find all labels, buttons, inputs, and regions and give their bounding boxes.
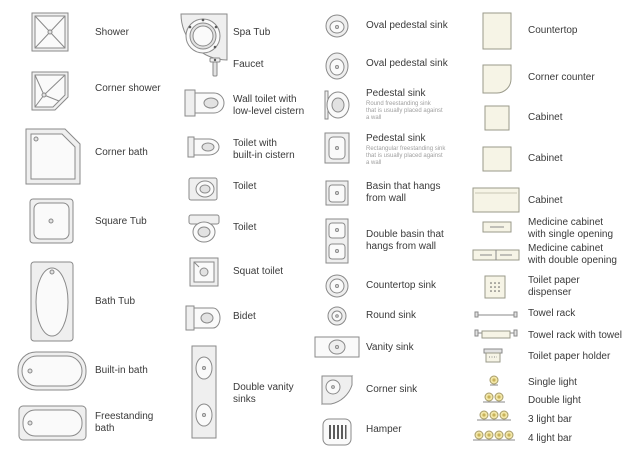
label-square-tub: Square Tub xyxy=(95,216,147,227)
oval-pedestal-sink-2-icon xyxy=(325,52,349,80)
toilet-2-icon xyxy=(188,214,220,243)
built-in-bath-icon xyxy=(17,351,87,391)
label-shower: Shower xyxy=(95,27,129,38)
label-single-light: Single light xyxy=(528,377,577,388)
cabinet-1-icon xyxy=(484,105,510,131)
faucet-icon xyxy=(209,57,221,77)
freestanding-bath-icon xyxy=(18,405,87,441)
square-tub-icon xyxy=(29,198,74,244)
note-pedestal-sink-rect: Rectangular freestanding sink that is us… xyxy=(366,146,446,166)
hamper-icon xyxy=(322,418,352,446)
label-countertop: Countertop xyxy=(528,25,578,36)
cabinet-3-icon xyxy=(472,187,520,213)
towel-rack-with-towel-icon xyxy=(474,329,518,339)
label-double-vanity-sinks: Double vanity sinks xyxy=(233,382,294,405)
label-towel-rack: Towel rack xyxy=(528,308,576,319)
label-bidet: Bidet xyxy=(233,311,256,322)
label-medicine-cabinet-double: Medicine cabinet with double opening xyxy=(528,243,617,266)
toilet-paper-dispenser-icon xyxy=(484,275,506,299)
label-corner-sink: Corner sink xyxy=(366,384,418,395)
label-4-light-bar: 4 light bar xyxy=(528,433,572,444)
label-toilet-2: Toilet xyxy=(233,222,257,233)
label-spa-tub: Spa Tub xyxy=(233,27,271,38)
toilet-built-in-cistern-icon xyxy=(187,136,220,158)
label-pedestal-sink-rect: Pedestal sink xyxy=(366,133,426,144)
label-cabinet-2: Cabinet xyxy=(528,153,563,164)
vanity-sink-icon xyxy=(314,336,360,358)
shower-icon xyxy=(31,12,69,52)
label-built-in-bath: Built-in bath xyxy=(95,365,148,376)
label-round-sink: Round sink xyxy=(366,310,417,321)
double-light-icon xyxy=(483,392,505,403)
label-toilet-built-in-cistern: Toilet with built-in cistern xyxy=(233,138,295,161)
label-double-light: Double light xyxy=(528,395,581,406)
label-towel-rack-with-towel: Towel rack with towel xyxy=(528,330,622,341)
label-toilet-1: Toilet xyxy=(233,181,257,192)
label-bath-tub: Bath Tub xyxy=(95,296,136,307)
squat-toilet-icon xyxy=(189,257,219,287)
double-basin-hangs-icon xyxy=(325,218,349,264)
3-light-bar-icon xyxy=(477,410,511,421)
label-basin-hangs: Basin that hangs from wall xyxy=(366,181,441,204)
label-cabinet-3: Cabinet xyxy=(528,195,563,206)
label-wall-toilet: Wall toilet with low-level cistern xyxy=(233,94,305,117)
note-pedestal-sink-round: Round freestanding sink that is usually … xyxy=(366,101,443,121)
label-3-light-bar: 3 light bar xyxy=(528,414,572,425)
corner-sink-icon xyxy=(321,375,354,406)
label-toilet-paper-dispenser: Toilet paper dispenser xyxy=(528,275,580,298)
toilet-paper-holder-icon xyxy=(483,348,503,363)
countertop-sink-icon xyxy=(325,274,349,298)
corner-bath-icon xyxy=(25,128,81,185)
wall-toilet-icon xyxy=(184,89,225,117)
label-pedestal-sink-round: Pedestal sink xyxy=(366,88,426,99)
label-corner-shower: Corner shower xyxy=(95,83,161,94)
double-vanity-sinks-icon xyxy=(191,345,217,439)
label-toilet-paper-holder: Toilet paper holder xyxy=(528,351,611,362)
label-corner-counter: Corner counter xyxy=(528,72,595,83)
countertop-icon xyxy=(482,12,512,50)
basin-hangs-icon xyxy=(325,180,349,206)
bidet-icon xyxy=(185,305,221,331)
cabinet-2-icon xyxy=(482,146,512,172)
label-faucet: Faucet xyxy=(233,59,264,70)
label-countertop-sink: Countertop sink xyxy=(366,280,437,291)
toilet-1-icon xyxy=(188,177,218,201)
oval-pedestal-sink-1-icon xyxy=(325,14,349,38)
4-light-bar-icon xyxy=(473,430,515,441)
pedestal-sink-round-icon xyxy=(324,90,350,120)
corner-counter-icon xyxy=(482,64,512,94)
label-hamper: Hamper xyxy=(366,424,402,435)
bath-tub-icon xyxy=(30,261,74,342)
label-medicine-cabinet-single: Medicine cabinet with single opening xyxy=(528,217,614,240)
label-vanity-sink: Vanity sink xyxy=(366,342,414,353)
medicine-cabinet-single-icon xyxy=(482,221,512,233)
label-double-basin-hangs: Double basin that hangs from wall xyxy=(366,229,444,252)
label-cabinet-1: Cabinet xyxy=(528,112,563,123)
label-squat-toilet: Squat toilet xyxy=(233,266,284,277)
corner-shower-icon xyxy=(31,71,69,111)
round-sink-icon xyxy=(327,306,347,326)
label-corner-bath: Corner bath xyxy=(95,147,148,158)
spa-tub-icon xyxy=(180,13,228,61)
label-freestanding-bath: Freestanding bath xyxy=(95,411,154,434)
medicine-cabinet-double-icon xyxy=(472,249,520,261)
pedestal-sink-rect-icon xyxy=(324,132,350,164)
single-light-icon xyxy=(489,375,499,386)
label-oval-pedestal-sink-2: Oval pedestal sink xyxy=(366,58,448,69)
towel-rack-icon xyxy=(474,311,518,318)
label-oval-pedestal-sink-1: Oval pedestal sink xyxy=(366,20,448,31)
